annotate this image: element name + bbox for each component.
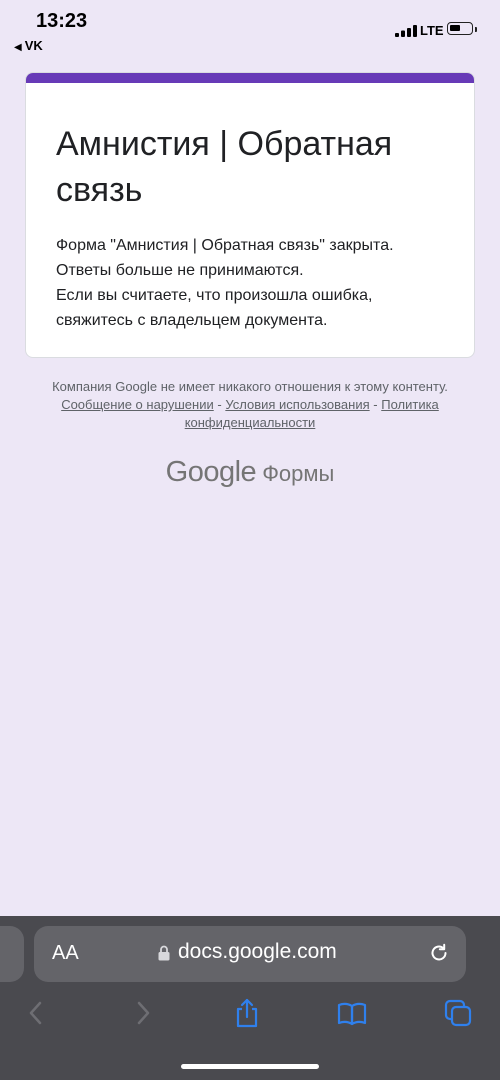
text-size-label: AA: [52, 942, 79, 964]
terms-link[interactable]: Условия использования: [225, 397, 369, 412]
google-forms-logo[interactable]: Google Формы: [0, 456, 500, 489]
forms-wordmark: Формы: [262, 461, 335, 486]
message-line: Ответы больше не принимаются.: [56, 262, 304, 279]
form-title-line-2: связь: [56, 171, 143, 209]
signal-icon: [395, 25, 417, 37]
forward-icon[interactable]: [128, 998, 158, 1028]
back-app-label: VK: [24, 38, 43, 53]
reload-icon[interactable]: [428, 942, 450, 964]
message-line: Форма "Амнистия | Обратная связь" закрыт…: [56, 237, 394, 254]
home-indicator: [181, 1064, 319, 1069]
separator: -: [217, 397, 222, 412]
address-bar[interactable]: AA docs.google.com: [34, 926, 466, 982]
form-accent-bar: [26, 73, 474, 83]
tabs-icon[interactable]: [443, 998, 473, 1028]
back-arrow-icon: ◀: [14, 42, 22, 53]
message-line: свяжитесь с владельцем документа.: [56, 312, 328, 329]
back-icon[interactable]: [21, 998, 51, 1028]
form-card: Амнистия | Обратная связь Форма "Амнисти…: [25, 72, 475, 358]
url-text[interactable]: docs.google.com: [178, 940, 337, 964]
back-to-app-button[interactable]: ◀ VK: [14, 38, 43, 53]
status-bar: 13:23 ◀ VK LTE: [0, 0, 500, 60]
browser-bottom-bar: AA docs.google.com: [0, 916, 500, 1080]
bookmarks-icon[interactable]: [337, 998, 367, 1028]
separator: -: [373, 397, 378, 412]
google-wordmark: Google: [165, 456, 257, 488]
report-abuse-link[interactable]: Сообщение о нарушении: [61, 397, 214, 412]
network-type: LTE: [420, 23, 444, 38]
previous-tab-preview[interactable]: [0, 926, 24, 982]
google-disclaimer: Компания Google не имеет никакого отноше…: [50, 378, 450, 432]
status-time: 13:23: [36, 10, 88, 32]
lock-icon: [158, 945, 170, 961]
form-closed-message: Форма "Амнистия | Обратная связь" закрыт…: [56, 233, 456, 333]
message-line: Если вы считаете, что произошла ошибка,: [56, 287, 373, 304]
text-size-button[interactable]: AA: [52, 942, 79, 965]
form-title-line-1: Амнистия | Обратная: [56, 125, 393, 163]
form-title: Амнистия | Обратная связь: [56, 121, 456, 213]
battery-icon: [447, 22, 477, 35]
disclaimer-text: Компания Google не имеет никакого отноше…: [52, 379, 448, 394]
share-icon[interactable]: [232, 998, 262, 1028]
